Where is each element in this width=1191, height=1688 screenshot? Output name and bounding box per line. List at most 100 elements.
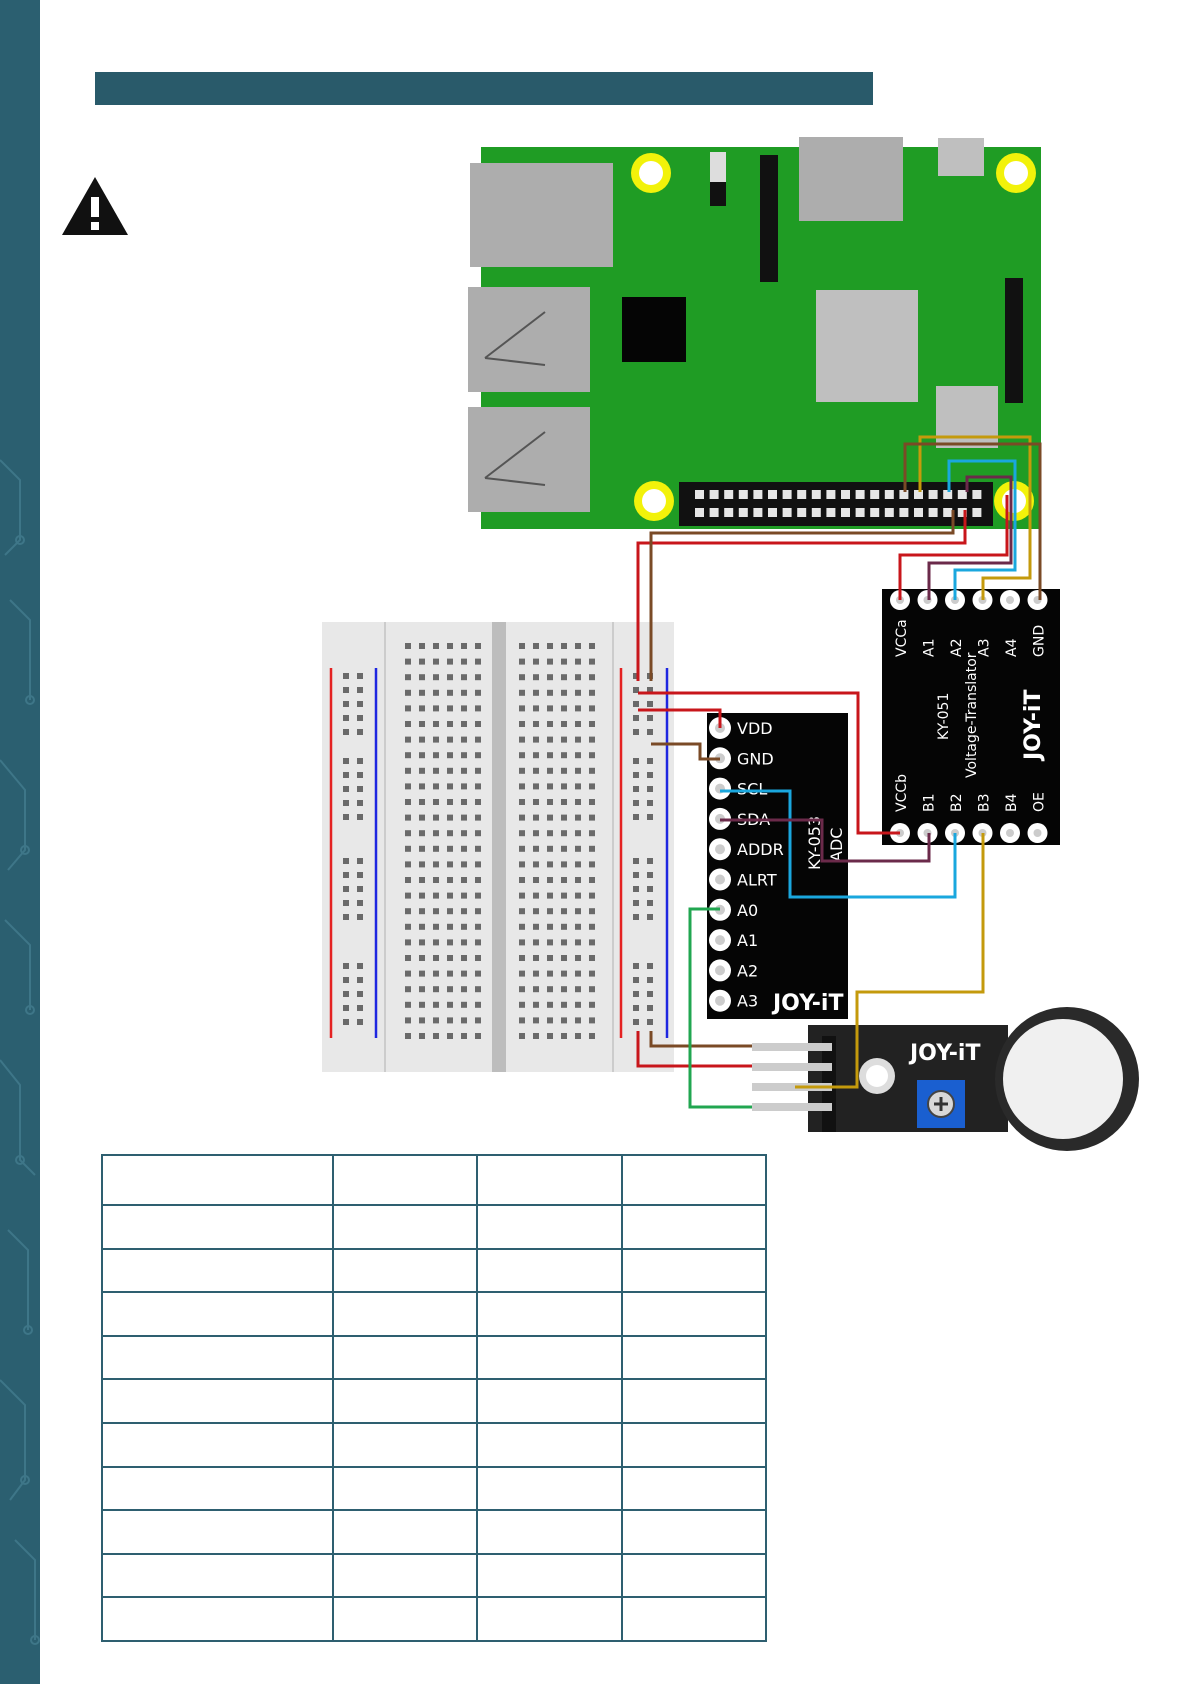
breadboard-hole bbox=[419, 643, 425, 649]
breadboard-hole bbox=[475, 877, 481, 883]
gpio-pin bbox=[957, 490, 967, 499]
breadboard-hole bbox=[533, 814, 539, 821]
breadboard-hole bbox=[343, 872, 349, 878]
table-cell bbox=[620, 1465, 768, 1512]
breadboard-hole bbox=[343, 963, 349, 969]
breadboard-hole bbox=[433, 970, 439, 977]
breadboard-hole bbox=[647, 758, 653, 764]
breadboard-hole bbox=[461, 1033, 467, 1039]
breadboard-hole bbox=[561, 861, 567, 868]
breadboard-hole bbox=[547, 1033, 553, 1039]
breadboard-hole bbox=[633, 914, 639, 920]
breadboard-hole bbox=[547, 830, 553, 837]
breadboard-hole bbox=[575, 830, 581, 837]
breadboard-hole bbox=[343, 673, 349, 679]
gpio-pin bbox=[972, 490, 982, 499]
breadboard-hole bbox=[533, 767, 539, 774]
breadboard-hole bbox=[357, 800, 363, 806]
breadboard-hole bbox=[343, 858, 349, 864]
breadboard-hole bbox=[647, 858, 653, 864]
table-cell bbox=[100, 1334, 335, 1381]
breadboard-hole bbox=[519, 721, 525, 727]
breadboard-hole bbox=[519, 877, 525, 883]
breadboard-hole bbox=[589, 830, 595, 837]
breadboard-hole bbox=[561, 1001, 567, 1008]
breadboard-hole bbox=[447, 970, 453, 977]
breadboard-hole bbox=[475, 783, 481, 790]
breadboard-hole bbox=[561, 643, 567, 649]
table-cell bbox=[476, 1334, 623, 1381]
breadboard-hole bbox=[475, 643, 481, 649]
breadboard-hole bbox=[547, 939, 553, 946]
breadboard-hole bbox=[533, 1001, 539, 1008]
breadboard-hole bbox=[547, 752, 553, 759]
translator-pin-label: B2 bbox=[949, 793, 965, 812]
breadboard-hole bbox=[647, 963, 653, 969]
table-row bbox=[100, 1509, 768, 1555]
breadboard-hole bbox=[547, 658, 553, 665]
adc-pin-label: VDD bbox=[737, 719, 773, 738]
breadboard-hole bbox=[461, 1001, 467, 1008]
breadboard-hole bbox=[633, 772, 639, 778]
breadboard-hole bbox=[357, 963, 363, 969]
table-cell bbox=[332, 1509, 479, 1555]
breadboard-hole bbox=[633, 963, 639, 969]
breadboard-hole bbox=[561, 986, 567, 993]
breadboard-hole bbox=[357, 786, 363, 792]
section-title-bar bbox=[95, 72, 873, 105]
breadboard-hole bbox=[475, 955, 481, 961]
breadboard-hole bbox=[633, 715, 639, 721]
breadboard-hole bbox=[433, 877, 439, 883]
table-cell bbox=[476, 1378, 623, 1424]
breadboard-hole bbox=[433, 689, 439, 696]
breadboard-hole bbox=[575, 689, 581, 696]
breadboard-hole bbox=[357, 729, 363, 735]
breadboard-hole bbox=[519, 970, 525, 977]
gpio-pin bbox=[884, 490, 894, 499]
breadboard-hole bbox=[433, 705, 439, 712]
breadboard-hole bbox=[343, 886, 349, 892]
breadboard-hole bbox=[519, 1001, 525, 1008]
adc-pin-label: ALRT bbox=[737, 871, 777, 890]
breadboard-hole bbox=[589, 923, 595, 930]
breadboard-hole bbox=[433, 752, 439, 759]
breadboard-hole bbox=[519, 845, 525, 852]
breadboard-hole bbox=[519, 939, 525, 946]
breadboard-hole bbox=[357, 977, 363, 983]
circuit-pattern bbox=[0, 459, 40, 1645]
wiring-diagram: VCCa A1 A2 A3 A4 GND VCCb B1 B2 B3 B4 OE KY-051 Vo… bbox=[322, 137, 1139, 1151]
gpio-pin bbox=[797, 490, 807, 499]
gpio-pin bbox=[709, 490, 719, 499]
gpio-pin bbox=[738, 508, 748, 517]
adc-module: VDDGNDSCLSDAADDRALRTA0A1A2A3 KY-053 ADC … bbox=[707, 713, 848, 1019]
gpio-pin bbox=[943, 508, 953, 517]
breadboard-hole bbox=[433, 721, 439, 727]
breadboard-hole bbox=[419, 689, 425, 696]
table-cell bbox=[100, 1509, 335, 1555]
gpio-pin bbox=[841, 490, 850, 499]
breadboard-hole bbox=[419, 892, 425, 899]
breadboard-hole bbox=[547, 799, 553, 805]
breadboard-hole bbox=[461, 845, 467, 852]
breadboard-hole bbox=[419, 736, 425, 743]
breadboard-hole bbox=[447, 736, 453, 743]
breadboard-hole bbox=[447, 1033, 453, 1039]
breadboard-hole bbox=[633, 701, 639, 707]
breadboard-hole bbox=[547, 970, 553, 977]
breadboard-hole bbox=[533, 892, 539, 899]
breadboard-hole bbox=[633, 800, 639, 806]
breadboard-hole bbox=[519, 658, 525, 665]
breadboard-hole bbox=[633, 991, 639, 997]
breadboard-hole bbox=[405, 736, 411, 743]
breadboard-hole bbox=[647, 886, 653, 892]
gpio-pin bbox=[855, 508, 865, 517]
voltage-translator-module: VCCa A1 A2 A3 A4 GND VCCb B1 B2 B3 B4 OE KY-051 Vo… bbox=[882, 589, 1060, 845]
breadboard-hole bbox=[533, 752, 539, 759]
table-cell bbox=[332, 1334, 479, 1381]
breadboard-hole bbox=[647, 977, 653, 983]
breadboard-hole bbox=[561, 689, 567, 696]
breadboard-hole bbox=[561, 799, 567, 805]
breadboard-hole bbox=[575, 845, 581, 852]
table-cell bbox=[620, 1291, 768, 1337]
table-cell bbox=[332, 1552, 479, 1599]
